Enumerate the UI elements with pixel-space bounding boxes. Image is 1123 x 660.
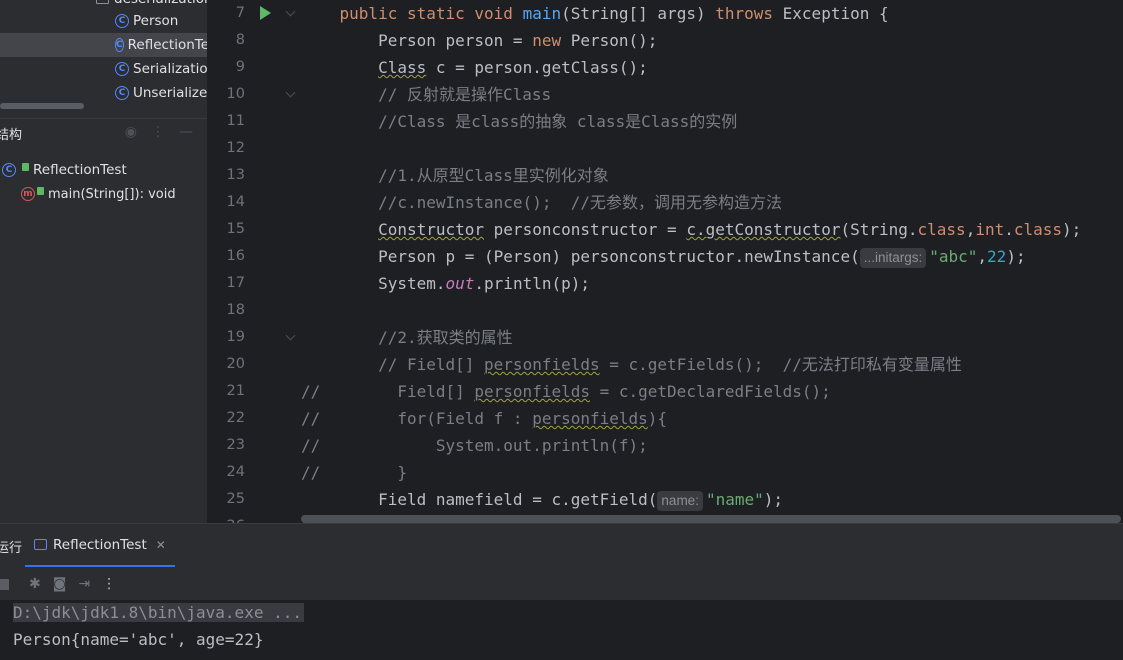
panel-divider[interactable]	[0, 118, 207, 119]
class-icon: C	[115, 14, 129, 28]
editor-horizontal-scrollbar[interactable]	[301, 515, 1121, 523]
line-number: 7	[235, 5, 245, 21]
code-line: Person person = new Person();	[301, 31, 658, 50]
code-line: //2.获取类的属性	[301, 328, 513, 347]
run-toolbar: ✱ ◙ ⇥ ⋮	[0, 570, 116, 598]
tree-item-label: Person	[133, 13, 179, 29]
console-output-line: Person{name='abc', age=22}	[13, 630, 264, 649]
structure-method-label: main(String[]): void	[48, 186, 176, 202]
code-line: Field namefield = c.getField(name: "name"…	[301, 490, 784, 511]
console-command-line: D:\jdk\jdk1.8\bin\java.exe ...	[13, 603, 304, 622]
line-number: 13	[226, 167, 245, 183]
class-icon: C	[115, 38, 124, 52]
folder-icon	[96, 0, 109, 4]
run-icon[interactable]	[260, 6, 271, 20]
line-number: 19	[226, 329, 245, 345]
line-number: 15	[226, 221, 245, 237]
line-number: 20	[226, 356, 245, 372]
code-line: // Field[] personfields = c.getFields();…	[301, 355, 962, 374]
horizontal-scrollbar[interactable]	[0, 103, 84, 109]
console-icon	[34, 539, 47, 550]
tree-item-reflectiontest[interactable]: C ReflectionTest	[0, 33, 207, 57]
code-line: // System.out.println(f);	[301, 436, 648, 455]
minimize-icon[interactable]: —	[179, 124, 193, 140]
run-tab-reflectiontest[interactable]: ReflectionTest ✕	[25, 524, 175, 567]
tree-item-label: ReflectionTest	[127, 37, 207, 53]
structure-panel-title: 结构	[0, 128, 23, 143]
line-number: 14	[226, 194, 245, 210]
lock-icon	[37, 187, 44, 195]
code-line: public static void main(String[] args) t…	[339, 4, 889, 23]
camera-icon[interactable]: ◙	[53, 576, 67, 592]
code-editor[interactable]: public static void main(String[] args) t…	[299, 0, 1123, 523]
tree-item-label: deserialization	[114, 0, 207, 7]
class-icon: C	[115, 62, 129, 76]
line-number: 10	[226, 86, 245, 102]
code-line: Person p = (Person) personconstructor.ne…	[301, 247, 1026, 268]
more-options-icon[interactable]: ⋮	[151, 124, 165, 140]
fold-icon[interactable]	[285, 6, 296, 17]
line-number: 9	[235, 59, 245, 75]
parameter-hint: name:	[657, 491, 703, 511]
class-icon: C	[115, 86, 129, 100]
line-number: 12	[226, 140, 245, 156]
code-line: // Field[] personfields = c.getDeclaredF…	[301, 382, 831, 401]
line-number: 11	[226, 113, 245, 129]
run-tab-label: ReflectionTest	[53, 536, 147, 553]
lock-icon	[22, 163, 29, 171]
tree-item-label: UnserializeTest	[133, 85, 207, 101]
close-icon[interactable]: ✕	[156, 538, 166, 552]
more-options-icon[interactable]: ⋮	[102, 576, 116, 592]
tree-item-serializationtest[interactable]: C SerializationTest	[115, 57, 207, 81]
line-number: 21	[226, 383, 245, 399]
run-panel-label: 运行	[0, 541, 23, 556]
code-line: Constructor personconstructor = c.getCon…	[378, 220, 1082, 239]
code-line: System.out.println(p);	[301, 274, 590, 293]
line-number: 24	[226, 464, 245, 480]
structure-method-item[interactable]: m main(String[]): void	[21, 182, 176, 206]
code-line: //Class 是class的抽象 class是Class的实例	[301, 112, 738, 131]
editor-gutter: 7891011121314151617181920212223242526	[207, 0, 299, 534]
fold-icon[interactable]	[285, 87, 296, 98]
debug-icon[interactable]: ✱	[29, 576, 41, 592]
line-number: 16	[226, 248, 245, 264]
line-number: 17	[226, 275, 245, 291]
line-number: 18	[226, 302, 245, 318]
line-number: 8	[235, 32, 245, 48]
method-icon: m	[21, 187, 35, 201]
code-line: // }	[301, 463, 407, 482]
code-line: // for(Field f : personfields){	[301, 409, 668, 428]
code-line: //1.从原型Class里实例化对象	[301, 166, 609, 185]
structure-toolbar: ◉ ⋮ —	[125, 124, 193, 140]
line-number: 23	[226, 437, 245, 453]
code-line: // 反射就是操作Class	[301, 85, 552, 104]
run-tool-window: 运行 ReflectionTest ✕ ✱ ◙ ⇥ ⋮ D:\jdk\jdk1.…	[0, 523, 1123, 660]
tree-item-label: SerializationTest	[133, 61, 207, 77]
tree-item-person[interactable]: C Person	[115, 9, 178, 33]
code-line: //c.newInstance(); //无参数，调用无参构造方法	[301, 193, 782, 212]
code-line: Class c = person.getClass();	[378, 58, 648, 77]
exit-icon[interactable]: ⇥	[78, 576, 90, 592]
tree-item-unserializetest[interactable]: C UnserializeTest	[115, 81, 207, 105]
structure-class-label: ReflectionTest	[33, 162, 127, 178]
class-icon: C	[2, 163, 16, 177]
project-tool-window: deserialization C Person C ReflectionTes…	[0, 0, 207, 523]
parameter-hint: ...initargs:	[859, 248, 927, 268]
console-output[interactable]: D:\jdk\jdk1.8\bin\java.exe ... Person{na…	[0, 600, 1123, 660]
line-number: 25	[226, 491, 245, 507]
eye-icon[interactable]: ◉	[125, 124, 137, 140]
structure-class-item[interactable]: C ReflectionTest	[2, 158, 127, 182]
fold-icon[interactable]	[285, 330, 296, 341]
stop-icon[interactable]	[0, 578, 9, 590]
line-number: 22	[226, 410, 245, 426]
